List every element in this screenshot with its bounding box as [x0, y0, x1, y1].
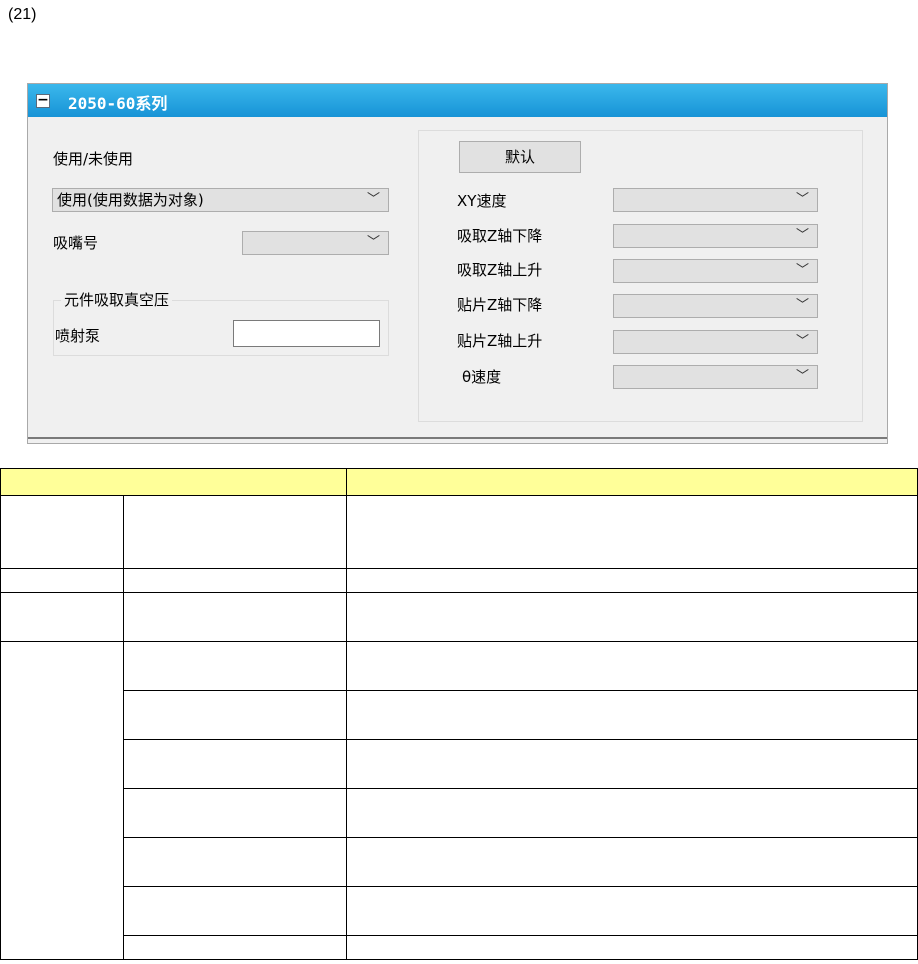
use-select-value: 使用(使用数据为对象) [57, 191, 204, 209]
table-cell [0, 568, 124, 593]
table-cell [346, 739, 918, 789]
table-cell [0, 592, 124, 642]
table-cell [346, 837, 918, 887]
speed-label-theta: θ速度 [462, 368, 502, 386]
speed-label-xy: XY速度 [457, 192, 507, 210]
vacuum-group-legend: 元件吸取真空压 [61, 289, 173, 310]
table-cell [123, 886, 347, 936]
table-row [1, 788, 918, 838]
table-cell [123, 495, 347, 569]
table-cell [346, 886, 918, 936]
table-row [1, 837, 918, 887]
table-cell [346, 788, 918, 838]
table-cell [123, 935, 347, 960]
chevron-down-icon: ﹀ [795, 228, 809, 243]
speed-select-place-z-down[interactable]: ﹀ [613, 294, 818, 318]
section-number: (21) [8, 6, 37, 23]
default-button[interactable]: 默认 [459, 141, 581, 173]
chevron-down-icon: ﹀ [795, 192, 809, 207]
settings-panel: − 2050-60系列 使用/未使用 使用(使用数据为对象) ﹀ 吸嘴号 ﹀ 元… [27, 83, 888, 444]
description-table [0, 468, 918, 960]
chevron-down-icon: ﹀ [795, 263, 809, 278]
panel-title: 2050-60系列 [68, 94, 168, 113]
table-cell [346, 592, 918, 642]
table-cell [123, 568, 347, 593]
table-cell [346, 568, 918, 593]
table-cell [123, 641, 347, 691]
chevron-down-icon: ﹀ [795, 298, 809, 313]
speed-select-place-z-up[interactable]: ﹀ [613, 330, 818, 354]
table-row [0, 495, 918, 569]
table-row [1, 739, 918, 789]
chevron-down-icon: ﹀ [366, 192, 380, 207]
table-cell [346, 495, 918, 569]
table-row [0, 568, 918, 593]
table-cell [0, 641, 124, 960]
nozzle-select[interactable]: ﹀ [242, 231, 389, 255]
table-cell [123, 739, 347, 789]
table-cell [346, 641, 918, 691]
collapse-icon[interactable]: − [36, 93, 50, 108]
ejector-input[interactable] [233, 320, 380, 347]
table-row [0, 592, 918, 642]
panel-titlebar[interactable]: − 2050-60系列 [28, 84, 887, 117]
table-cell [346, 935, 918, 960]
speed-label-place-z-up: 贴片Z轴上升 [457, 332, 543, 350]
use-select[interactable]: 使用(使用数据为对象) ﹀ [52, 188, 389, 212]
speed-label-pick-z-up: 吸取Z轴上升 [457, 261, 543, 279]
chevron-down-icon: ﹀ [366, 235, 380, 250]
table-row [0, 641, 918, 960]
table-header-cell [0, 468, 347, 496]
table-cell [346, 690, 918, 740]
table-cell [123, 592, 347, 642]
table-cell [123, 837, 347, 887]
table-cell [0, 495, 124, 569]
table-header-row [0, 468, 918, 496]
chevron-down-icon: ﹀ [795, 369, 809, 384]
table-row [1, 935, 918, 960]
speed-select-theta[interactable]: ﹀ [613, 365, 818, 389]
table-cell [123, 690, 347, 740]
speed-select-xy[interactable]: ﹀ [613, 188, 818, 212]
speed-select-pick-z-down[interactable]: ﹀ [613, 224, 818, 248]
ejector-label: 喷射泵 [55, 327, 101, 345]
chevron-down-icon: ﹀ [795, 334, 809, 349]
speed-label-pick-z-down: 吸取Z轴下降 [457, 227, 543, 245]
table-header-cell [346, 468, 918, 496]
table-cell [123, 788, 347, 838]
speed-select-pick-z-up[interactable]: ﹀ [613, 259, 818, 283]
table-row [1, 886, 918, 936]
nozzle-label: 吸嘴号 [53, 234, 99, 252]
speed-label-place-z-down: 贴片Z轴下降 [457, 296, 543, 314]
table-row [1, 690, 918, 740]
use-label: 使用/未使用 [53, 150, 134, 168]
